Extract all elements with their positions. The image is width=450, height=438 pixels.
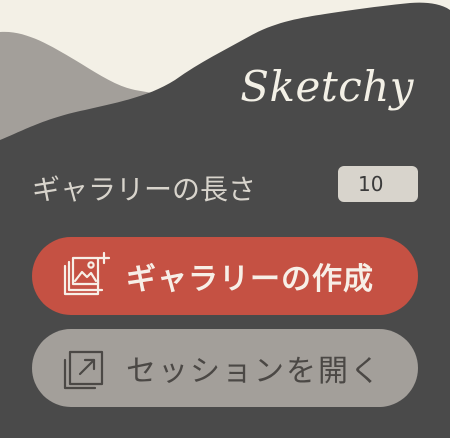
create-gallery-button[interactable]: ギャラリーの作成 xyxy=(32,237,418,315)
gallery-length-label: ギャラリーの長さ xyxy=(32,173,257,206)
app-logo: Sketchy xyxy=(240,62,414,111)
open-session-button[interactable]: セッションを開く xyxy=(32,329,418,407)
sketchy-panel: Sketchy ギャラリーの長さ ギャラリーの作成 セッションを開く xyxy=(0,0,450,438)
create-gallery-label: ギャラリーの作成 xyxy=(126,263,374,296)
open-session-label: セッションを開く xyxy=(126,355,382,388)
add-image-icon xyxy=(63,251,111,296)
open-external-icon xyxy=(63,350,104,390)
gallery-length-row: ギャラリーの長さ xyxy=(32,166,418,206)
gallery-length-input[interactable] xyxy=(338,166,418,202)
